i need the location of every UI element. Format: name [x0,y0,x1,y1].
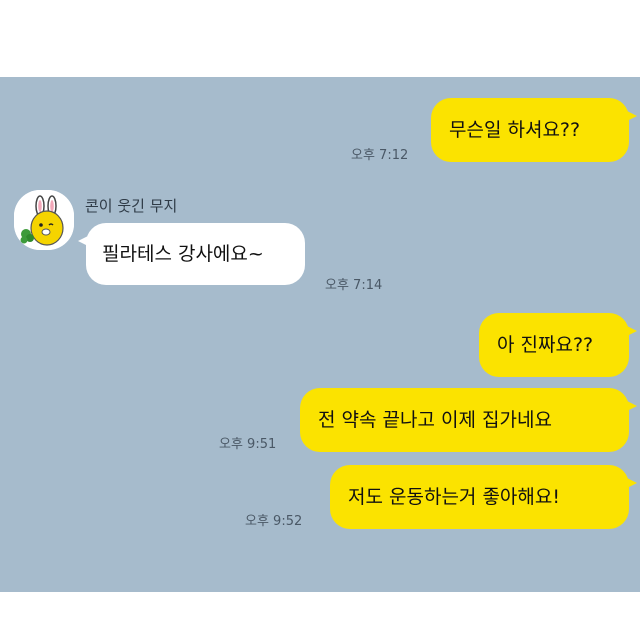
screenshot-page: 오후 7:12 무슨일 하셔요?? 콘이 웃긴 무지 필라테스 강사에요~ 오후… [0,0,640,640]
my-message-bubble[interactable]: 전 약속 끝나고 이제 집가네요 [300,388,637,452]
message-text: 저도 운동하는거 좋아해요! [348,485,560,508]
message-text: 아 진짜요?? [497,333,594,356]
their-message-bubble[interactable]: 필라테스 강사에요~ [78,223,305,285]
message-text: 필라테스 강사에요~ [102,242,264,265]
message-time: 오후 7:12 [351,148,409,163]
muzi-character-icon [14,190,74,250]
my-message-bubble[interactable]: 아 진짜요?? [479,313,637,377]
my-message-bubble[interactable]: 저도 운동하는거 좋아해요! [330,465,637,529]
message-text: 무슨일 하셔요?? [449,118,581,141]
message-time: 오후 9:51 [219,437,277,452]
sender-name: 콘이 웃긴 무지 [85,197,178,215]
message-time: 오후 9:52 [245,514,303,529]
muzi-avatar-icon[interactable] [14,190,74,250]
message-text: 전 약속 끝나고 이제 집가네요 [318,408,552,431]
my-message-bubble[interactable]: 무슨일 하셔요?? [431,98,637,162]
chat-room[interactable]: 오후 7:12 무슨일 하셔요?? 콘이 웃긴 무지 필라테스 강사에요~ 오후… [0,77,640,592]
message-time: 오후 7:14 [325,278,383,293]
